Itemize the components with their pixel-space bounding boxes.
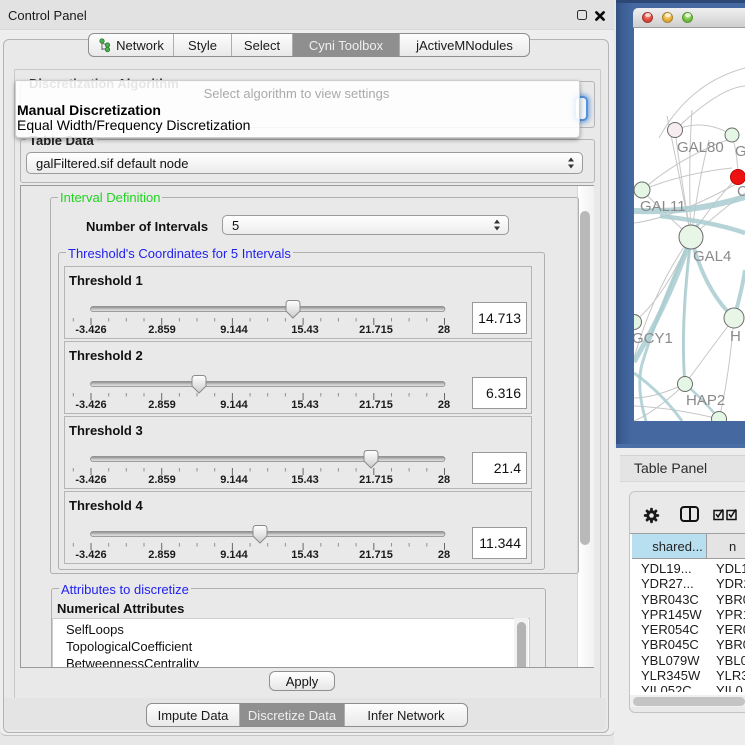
svg-text:HAP2: HAP2 (686, 392, 725, 409)
svg-text:GAL4: GAL4 (693, 248, 731, 265)
svg-text:GCY1: GCY1 (634, 330, 673, 347)
svg-text:GAL80: GAL80 (677, 139, 724, 156)
svg-text:C: C (737, 183, 745, 200)
svg-text:GA: GA (735, 143, 745, 160)
svg-text:H: H (730, 328, 741, 345)
svg-text:GAL11: GAL11 (640, 198, 686, 215)
